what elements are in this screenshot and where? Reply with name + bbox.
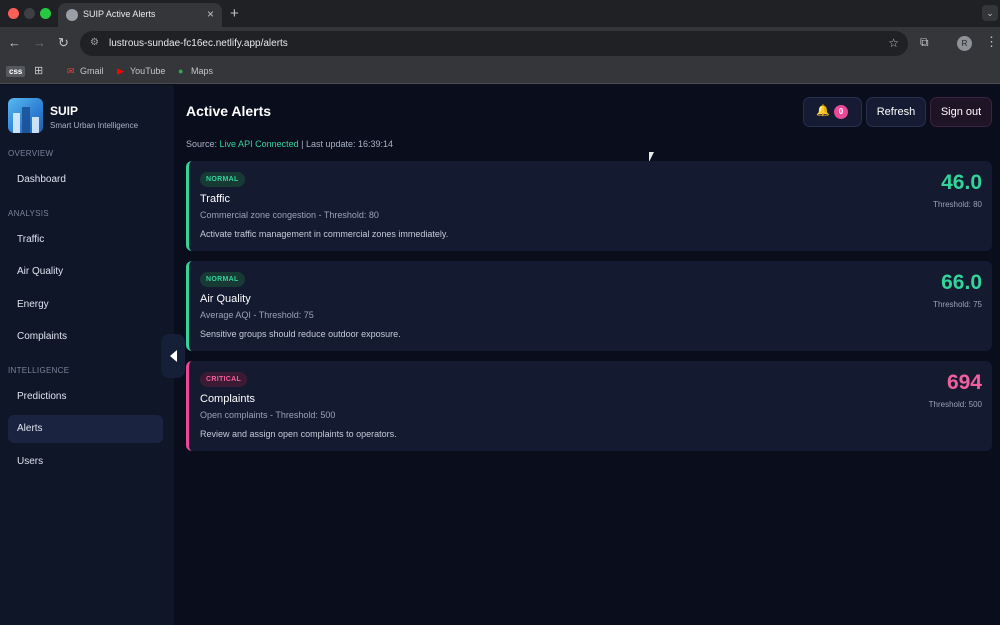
- tab-title: SUIP Active Alerts: [83, 9, 156, 19]
- tab-search-icon[interactable]: ⌄: [982, 5, 998, 21]
- last-update: | Last update: 16:39:14: [301, 139, 394, 149]
- alert-meta: Open complaints - Threshold: 500: [200, 410, 336, 420]
- bell-icon: 🔔: [816, 105, 830, 117]
- building-icon: [13, 113, 20, 133]
- alert-title: Air Quality: [200, 293, 251, 305]
- alert-meta: Average AQI - Threshold: 75: [200, 310, 314, 320]
- source-label: Source:: [186, 139, 218, 149]
- alert-value: 694: [946, 371, 982, 394]
- browser-toolbar: ← → ↻ ⚙ lustrous-sundae-fc16ec.netlify.a…: [0, 27, 1000, 60]
- sidebar-item-energy[interactable]: Energy: [8, 291, 163, 319]
- bookmark-gmail[interactable]: ✉ Gmail: [67, 66, 104, 77]
- status-badge: NORMAL: [200, 272, 245, 287]
- sidebar-item-complaints[interactable]: Complaints: [8, 323, 163, 351]
- sidebar-item-predictions[interactable]: Predictions: [8, 383, 163, 411]
- maps-pin-icon: ●: [178, 66, 184, 76]
- bookmarks-bar: css ⊞ ✉ Gmail ▶ YouTube ● Maps: [0, 60, 1000, 84]
- sidebar: SUIP Smart Urban Intelligence OVERVIEW D…: [0, 85, 174, 625]
- bookmark-star-icon[interactable]: ☆: [888, 36, 899, 50]
- section-label-overview: OVERVIEW: [8, 149, 54, 158]
- section-label-intelligence: INTELLIGENCE: [8, 366, 70, 375]
- profile-avatar[interactable]: R: [957, 36, 972, 51]
- alert-card-air-quality[interactable]: NORMAL Air Quality Average AQI - Thresho…: [186, 261, 992, 351]
- sidebar-item-users[interactable]: Users: [8, 448, 163, 476]
- window-maximize-icon[interactable]: [40, 8, 51, 19]
- bookmark-youtube-label: YouTube: [130, 66, 166, 76]
- bookmark-maps[interactable]: ● Maps: [178, 66, 213, 76]
- alert-threshold: Threshold: 500: [928, 400, 982, 409]
- sidebar-item-traffic[interactable]: Traffic: [8, 226, 163, 254]
- bookmark-gmail-label: Gmail: [80, 66, 104, 76]
- url-text[interactable]: lustrous-sundae-fc16ec.netlify.app/alert…: [109, 38, 288, 49]
- gmail-icon: ✉: [67, 66, 75, 76]
- forward-arrow-icon[interactable]: →: [33, 35, 46, 50]
- sidebar-collapse-button[interactable]: [161, 334, 185, 378]
- youtube-icon: ▶: [117, 66, 124, 76]
- bookmark-maps-label: Maps: [191, 66, 214, 76]
- alert-description: Sensitive groups should reduce outdoor e…: [200, 329, 401, 339]
- tab-close-icon[interactable]: ×: [207, 7, 214, 21]
- alert-value: 46.0: [941, 171, 982, 194]
- chevron-left-icon: [170, 350, 177, 362]
- bookmark-youtube[interactable]: ▶ YouTube: [117, 66, 165, 77]
- alert-card-traffic[interactable]: NORMAL Traffic Commercial zone congestio…: [186, 161, 992, 251]
- window-close-icon[interactable]: [8, 8, 19, 19]
- status-badge: CRITICAL: [200, 372, 248, 387]
- building-icon: [22, 107, 30, 133]
- alert-threshold: Threshold: 80: [933, 200, 982, 209]
- sign-out-button[interactable]: Sign out: [930, 97, 992, 127]
- back-arrow-icon[interactable]: ←: [8, 35, 21, 50]
- notification-count-badge: 0: [834, 105, 848, 119]
- alert-meta: Commercial zone congestion - Threshold: …: [200, 210, 379, 220]
- alert-description: Review and assign open complaints to ope…: [200, 429, 397, 439]
- section-label-analysis: ANALYSIS: [8, 209, 49, 218]
- page-title: Active Alerts: [186, 103, 272, 119]
- reload-icon[interactable]: ↻: [58, 35, 69, 51]
- brand-subtitle: Smart Urban Intelligence: [50, 121, 139, 130]
- browser-tab[interactable]: SUIP Active Alerts ×: [58, 3, 222, 27]
- extensions-icon[interactable]: ⧉: [920, 35, 929, 50]
- notifications-button[interactable]: 🔔 0: [803, 97, 862, 127]
- window-minimize-icon[interactable]: [24, 8, 35, 19]
- alert-description: Activate traffic management in commercia…: [200, 229, 449, 239]
- sidebar-item-air-quality[interactable]: Air Quality: [8, 258, 163, 286]
- sidebar-item-dashboard[interactable]: Dashboard: [8, 166, 163, 194]
- alert-card-complaints[interactable]: CRITICAL Complaints Open complaints - Th…: [186, 361, 992, 451]
- site-info-icon[interactable]: ⚙: [90, 37, 99, 48]
- globe-icon: [66, 9, 78, 21]
- new-tab-icon[interactable]: +: [230, 5, 239, 22]
- bookmark-css[interactable]: css: [6, 66, 26, 77]
- status-badge: NORMAL: [200, 172, 245, 187]
- sidebar-item-alerts[interactable]: Alerts: [8, 415, 163, 443]
- browser-menu-icon[interactable]: ⋮: [985, 34, 998, 50]
- browser-tab-bar: SUIP Active Alerts × + ⌄: [0, 0, 1000, 27]
- alert-title: Complaints: [200, 393, 256, 405]
- address-bar[interactable]: ⚙ lustrous-sundae-fc16ec.netlify.app/ale…: [80, 31, 908, 56]
- building-icon: [32, 117, 39, 133]
- apps-grid-icon[interactable]: ⊞: [34, 64, 43, 77]
- alert-value: 66.0: [941, 271, 982, 294]
- alert-threshold: Threshold: 75: [933, 300, 982, 309]
- brand-logo[interactable]: [8, 98, 43, 133]
- alert-title: Traffic: [200, 193, 230, 205]
- brand-name: SUIP: [50, 104, 79, 118]
- source-status-line: Source: Live API Connected | Last update…: [186, 139, 393, 149]
- refresh-button[interactable]: Refresh: [866, 97, 926, 127]
- source-status: Live API Connected: [219, 139, 299, 149]
